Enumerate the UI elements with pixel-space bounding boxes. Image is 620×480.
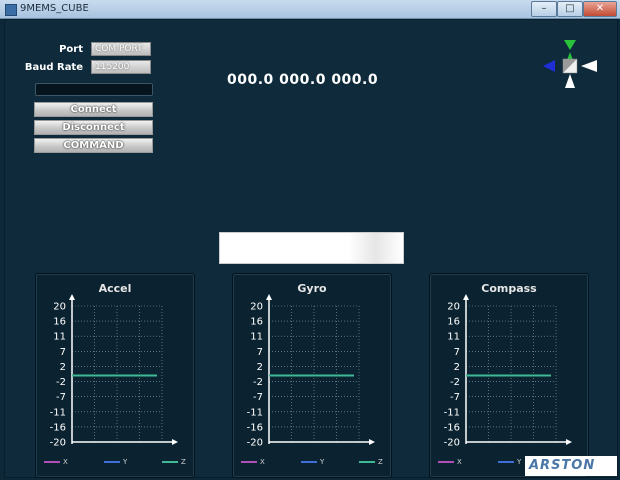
y-tick-label: -20 — [444, 438, 460, 449]
y-tick-label: -7 — [450, 392, 460, 403]
connection-status-bar — [35, 83, 153, 96]
y-tick-label: 2 — [257, 362, 263, 373]
y-axis-arrow — [69, 294, 75, 300]
y-tick-label: -2 — [253, 377, 263, 388]
y-tick-label: -16 — [444, 422, 460, 433]
app-icon — [5, 4, 17, 16]
angle-readout: 000.0 000.0 000.0 — [227, 72, 379, 88]
y-tick-label: -16 — [247, 422, 263, 433]
y-tick-label: 20 — [447, 302, 460, 313]
gyro-graph-panel: Gyro 20 16 11 7 2 -2 -7 -11 -16 -20 X Y Z — [232, 273, 392, 478]
disconnect-button[interactable]: Disconnect — [34, 120, 153, 135]
y-tick-label: 7 — [454, 347, 460, 358]
y-tick-label: 20 — [53, 302, 66, 313]
accel-graph-panel: Accel 20 16 11 7 2 -2 -7 -11 -16 -20 X Y Z — [35, 273, 195, 478]
y-tick-label: 11 — [447, 332, 460, 343]
y-tick-label: 7 — [60, 347, 66, 358]
connect-button[interactable]: Connect — [34, 102, 153, 117]
port-select[interactable]: COM PORT — [91, 42, 151, 56]
close-button[interactable]: ✕ — [583, 1, 617, 17]
y-tick-label: 16 — [447, 317, 460, 328]
y-tick-label: -11 — [247, 407, 263, 418]
y-tick-label: 7 — [257, 347, 263, 358]
x-axis-arrow — [172, 439, 178, 445]
command-button[interactable]: COMMAND — [34, 138, 153, 153]
port-label: Port — [59, 44, 83, 55]
main-client-area: Port COM PORT Baud Rate 115200 Connect D… — [4, 19, 618, 478]
y-tick-label: -20 — [50, 438, 66, 449]
y-tick-label: -20 — [247, 438, 263, 449]
x-axis-arrow — [566, 439, 572, 445]
app-window: 9MEMS_CUBE – □ ✕ Port COM PORT Baud Rate… — [0, 0, 620, 480]
y-tick-label: 11 — [53, 332, 66, 343]
y-tick-label: 16 — [250, 317, 263, 328]
y-tick-label: -2 — [450, 377, 460, 388]
y-tick-label: 2 — [60, 362, 66, 373]
x-axis-arrow — [369, 439, 375, 445]
y-tick-label: 16 — [53, 317, 66, 328]
y-axis-arrow — [463, 294, 469, 300]
compass-graph-panel: Compass 20161172-2-7-11-16-20 X Y Z — [429, 273, 589, 478]
orientation-cube-icon — [535, 38, 605, 98]
y-tick-label: -7 — [253, 392, 263, 403]
company-logo: ARSTON — [525, 456, 617, 476]
y-tick-label: -11 — [444, 407, 460, 418]
title-bar[interactable]: 9MEMS_CUBE – □ ✕ — [0, 0, 620, 19]
graph-legend: X Y Z — [44, 458, 186, 468]
window-title: 9MEMS_CUBE — [20, 3, 89, 14]
y-axis-arrow — [266, 294, 272, 300]
baud-rate-label: Baud Rate — [24, 62, 83, 73]
y-tick-label: 2 — [454, 362, 460, 373]
gyro-graph: 20 16 11 7 2 -2 -7 -11 -16 -20 — [247, 294, 375, 449]
maximize-button[interactable]: □ — [557, 1, 583, 17]
baud-rate-select[interactable]: 115200 — [91, 60, 151, 74]
progress-display — [219, 232, 404, 264]
y-tick-label: -11 — [50, 407, 66, 418]
y-tick-label: -7 — [56, 392, 66, 403]
y-tick-label: 20 — [250, 302, 263, 313]
y-tick-label: -2 — [56, 377, 66, 388]
minimize-button[interactable]: – — [531, 1, 557, 17]
y-tick-label: 11 — [250, 332, 263, 343]
graph-legend: X Y Z — [241, 458, 383, 468]
compass-graph: 20 16 11 7 2 -2 -7 -11 -16 -20 — [444, 294, 572, 449]
accel-graph: 20 16 11 7 2 -2 -7 -11 -16 -20 — [50, 294, 178, 449]
y-tick-label: -16 — [50, 422, 66, 433]
